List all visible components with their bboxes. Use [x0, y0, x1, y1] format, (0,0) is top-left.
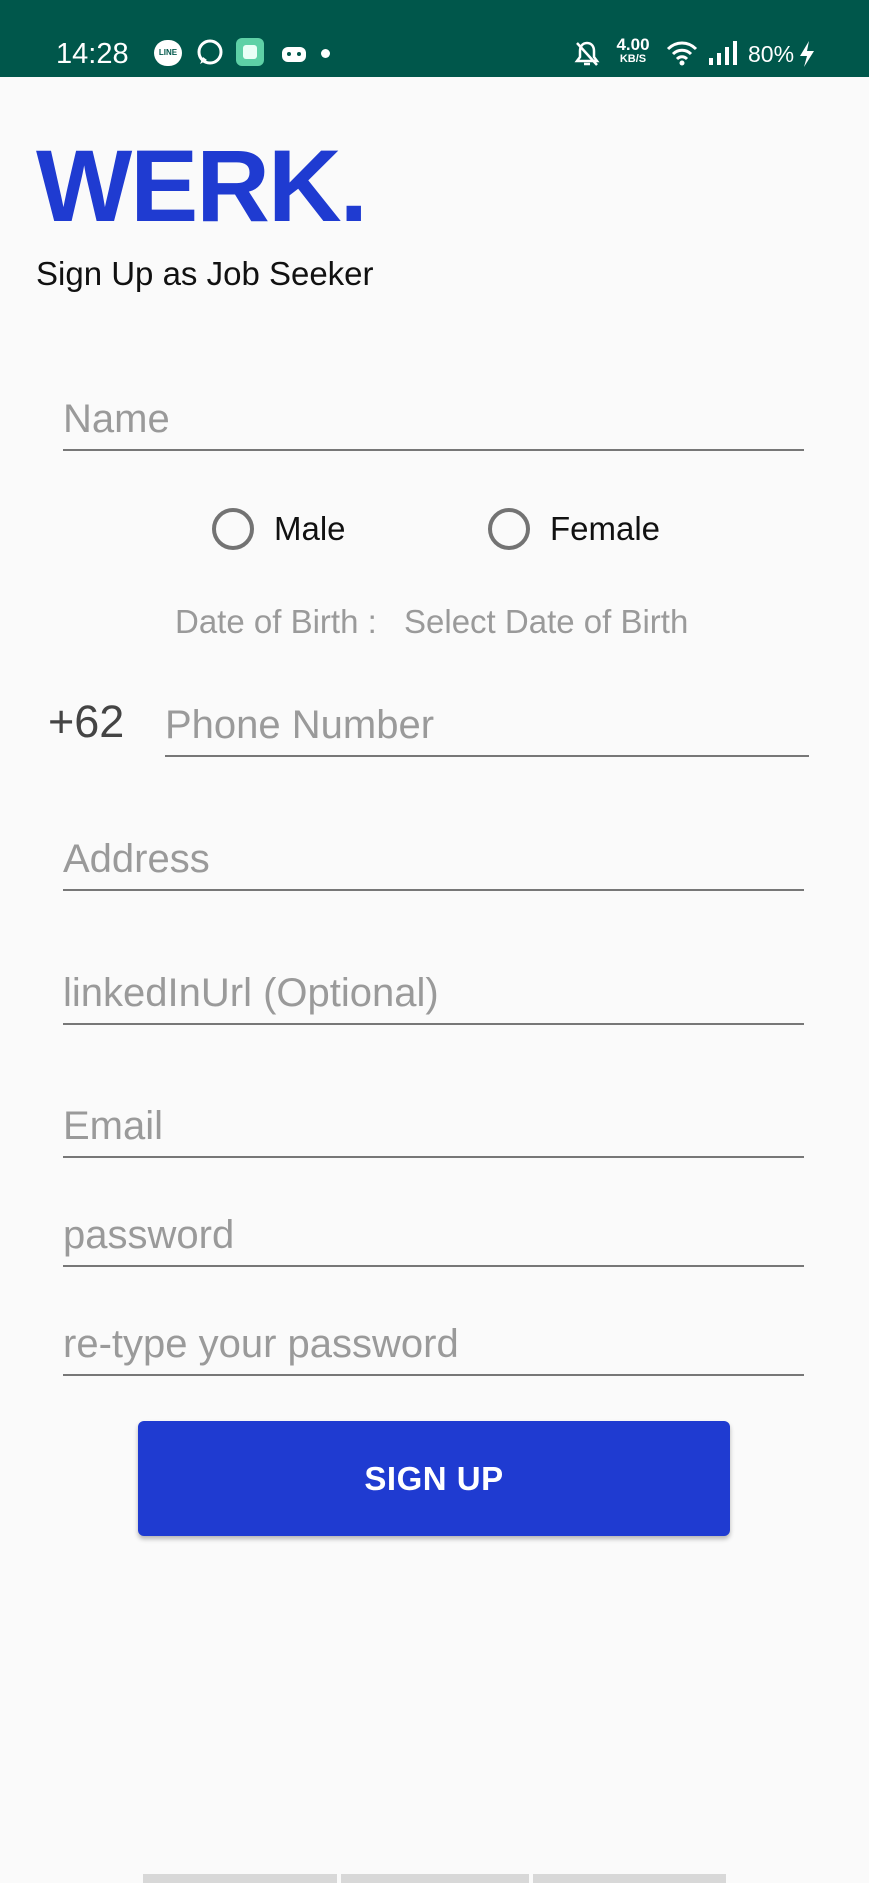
network-speed-unit: KB/S	[619, 53, 647, 65]
radio-circle-icon[interactable]	[488, 508, 530, 550]
status-time: 14:28	[56, 38, 129, 70]
dob-select[interactable]: Select Date of Birth	[404, 603, 688, 641]
gender-radio-female[interactable]: Female	[488, 508, 660, 550]
phone-input[interactable]	[165, 695, 809, 757]
notification-dot-icon	[321, 49, 330, 58]
radio-circle-icon[interactable]	[212, 508, 254, 550]
nav-handle-right	[533, 1874, 726, 1883]
gender-label-male: Male	[274, 510, 346, 547]
linkedin-input[interactable]	[63, 963, 804, 1025]
battery-percentage: 80%	[748, 41, 795, 67]
status-bar: 14:28 LINE 4.00 KB/S 80%	[0, 0, 869, 77]
page-subtitle: Sign Up as Job Seeker	[36, 255, 374, 292]
email-input[interactable]	[63, 1096, 804, 1158]
address-input[interactable]	[63, 829, 804, 891]
gender-radio-male[interactable]: Male	[212, 508, 346, 550]
charging-icon	[800, 41, 814, 67]
password-input[interactable]	[63, 1205, 804, 1267]
app-icon	[236, 38, 264, 66]
retype-password-input[interactable]	[63, 1314, 804, 1376]
phone-country-code: +62	[48, 696, 125, 747]
nav-handle-left	[143, 1874, 337, 1883]
signal-icon	[709, 41, 737, 65]
mute-icon	[574, 41, 600, 66]
whatsapp-icon	[197, 39, 223, 65]
nav-handle-center	[341, 1874, 529, 1883]
wifi-icon	[666, 41, 698, 66]
network-speed: 4.00 KB/S	[612, 36, 654, 65]
sign-up-button[interactable]: SIGN UP	[138, 1421, 730, 1536]
name-input[interactable]	[63, 389, 804, 451]
app-logo: WERK.	[36, 129, 368, 243]
game-icon	[282, 47, 306, 62]
line-icon: LINE	[154, 40, 182, 66]
dob-label: Date of Birth :	[175, 603, 377, 640]
network-speed-value: 4.00	[616, 35, 650, 54]
gender-label-female: Female	[550, 510, 661, 547]
